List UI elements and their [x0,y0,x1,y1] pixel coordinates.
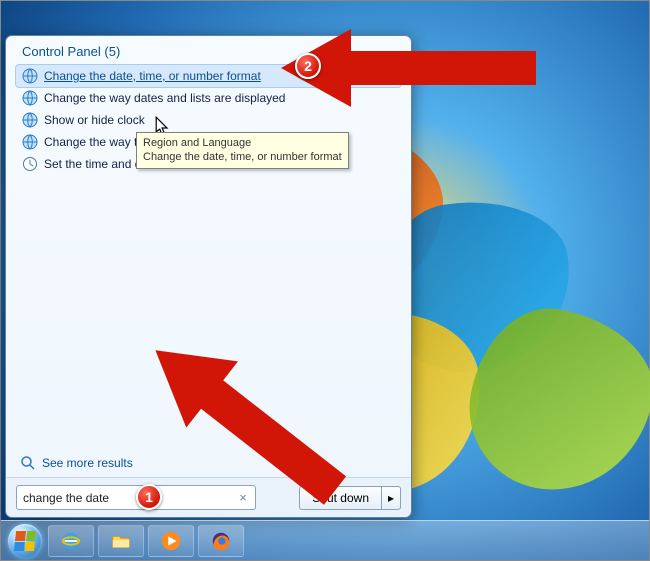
taskbar-item-firefox[interactable] [198,525,244,557]
start-button[interactable] [5,521,45,561]
result-label: Change the way dates and lists are displ… [44,91,285,105]
tooltip-title: Region and Language [143,136,342,150]
taskbar [1,520,649,560]
search-input[interactable] [23,491,233,505]
wmp-icon [160,530,182,552]
globe-icon [22,90,38,106]
clear-search-button[interactable]: × [235,489,251,505]
tooltip-desc: Change the date, time, or number format [143,150,342,164]
taskbar-item-explorer[interactable] [98,525,144,557]
search-icon [20,455,36,471]
results-heading: Control Panel (5) [22,44,401,59]
screenshot-root: Control Panel (5) Change the date, time,… [0,0,650,561]
start-menu: Control Panel (5) Change the date, time,… [5,35,412,518]
ie-icon [60,530,82,552]
firefox-icon [210,530,232,552]
globe-icon [22,134,38,150]
start-menu-footer: × Shut down ▸ [6,477,411,517]
start-menu-results: Control Panel (5) Change the date, time,… [6,36,411,477]
see-more-results-link[interactable]: See more results [20,455,133,471]
result-label: Change the date, time, or number format [44,69,261,83]
shutdown-menu-arrow[interactable]: ▸ [381,486,401,510]
explorer-icon [110,530,132,552]
result-item-show-hide-clock[interactable]: Show or hide clock [16,109,401,131]
taskbar-item-wmp[interactable] [148,525,194,557]
shutdown-button[interactable]: Shut down [299,486,381,510]
see-more-label: See more results [42,456,133,470]
clock-icon [22,156,38,172]
result-item-change-date-format[interactable]: Change the date, time, or number format [16,65,401,87]
windows-logo-icon [8,524,42,558]
result-item-change-dates-lists[interactable]: Change the way dates and lists are displ… [16,87,401,109]
tooltip: Region and Language Change the date, tim… [136,132,349,169]
taskbar-item-ie[interactable] [48,525,94,557]
shutdown-split-button: Shut down ▸ [299,486,401,510]
result-label: Show or hide clock [44,113,145,127]
search-box[interactable]: × [16,485,256,510]
globe-icon [22,112,38,128]
chevron-right-icon: ▸ [388,491,394,505]
globe-icon [22,68,38,84]
